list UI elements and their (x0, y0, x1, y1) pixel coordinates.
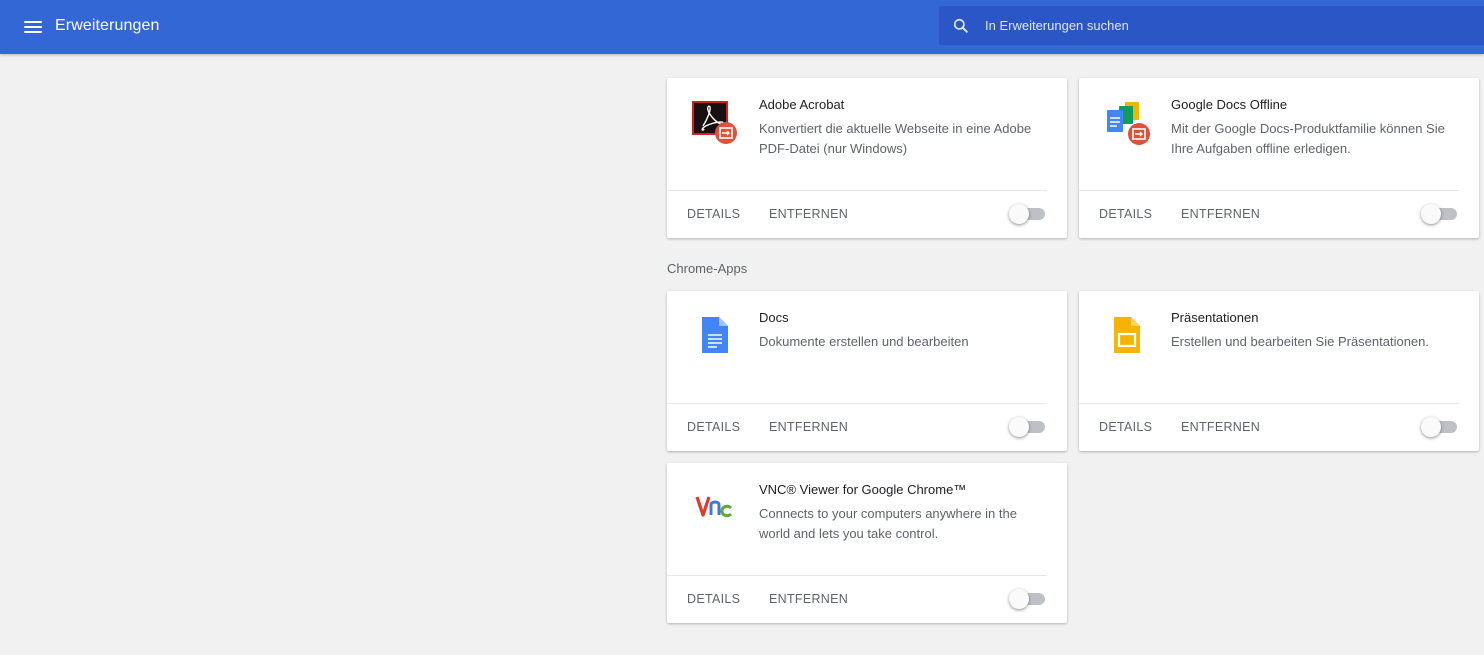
section-label-chrome-apps: Chrome-Apps (667, 261, 748, 276)
enable-toggle[interactable] (1421, 417, 1457, 437)
remove-button[interactable]: ENTFERNEN (1181, 415, 1260, 439)
toggle-knob (1421, 417, 1441, 437)
app-name: VNC® Viewer for Google Chrome™ (759, 482, 967, 497)
toggle-knob (1009, 417, 1029, 437)
extension-description: Mit der Google Docs-Produktfamilie könne… (1171, 121, 1445, 156)
details-button[interactable]: DETAILS (1099, 415, 1152, 439)
enable-toggle[interactable] (1421, 204, 1457, 224)
extension-card-adobe-acrobat: Adobe Acrobat Konvertiert die aktuelle W… (667, 78, 1067, 238)
menu-icon[interactable] (20, 14, 46, 40)
extension-name: Adobe Acrobat (759, 97, 845, 112)
extension-card-google-docs-offline: Google Docs Offline Mit der Google Docs-… (1079, 78, 1479, 238)
divider (1079, 190, 1459, 191)
app-description: Dokumente erstellen und bearbeiten (759, 334, 969, 349)
extension-description: Konvertiert die aktuelle Webseite in ein… (759, 121, 1032, 156)
page-title: Erweiterungen (55, 17, 160, 34)
app-name: Docs (759, 310, 789, 325)
divider (1079, 403, 1459, 404)
app-description: Erstellen und bearbeiten Sie Präsentatio… (1171, 334, 1430, 349)
app-card-vnc-viewer: VNC® Viewer for Google Chrome™ Connects … (667, 463, 1067, 623)
extension-name: Google Docs Offline (1171, 97, 1288, 112)
search-input[interactable] (985, 6, 1465, 45)
enable-toggle[interactable] (1009, 589, 1045, 609)
details-button[interactable]: DETAILS (687, 415, 740, 439)
remove-button[interactable]: ENTFERNEN (769, 202, 848, 226)
app-name: Präsentationen (1171, 310, 1259, 325)
docs-icon (702, 317, 728, 353)
app-card-slides: Präsentationen Erstellen und bearbeiten … (1079, 291, 1479, 451)
app-card-docs: Docs Dokumente erstellen und bearbeiten … (667, 291, 1067, 451)
details-button[interactable]: DETAILS (1099, 202, 1152, 226)
remove-button[interactable]: ENTFERNEN (769, 415, 848, 439)
slides-icon (1114, 317, 1140, 353)
enable-toggle[interactable] (1009, 204, 1045, 224)
toggle-knob (1421, 204, 1441, 224)
search-box[interactable] (939, 6, 1484, 45)
details-button[interactable]: DETAILS (687, 587, 740, 611)
remove-button[interactable]: ENTFERNEN (769, 587, 848, 611)
divider (667, 190, 1047, 191)
divider (667, 575, 1047, 576)
google-docs-offline-icon (1107, 102, 1150, 145)
enable-toggle[interactable] (1009, 417, 1045, 437)
toolbar: Erweiterungen (0, 0, 1484, 54)
vnc-viewer-icon (695, 496, 733, 518)
divider (667, 403, 1047, 404)
details-button[interactable]: DETAILS (687, 202, 740, 226)
app-description: Connects to your computers anywhere in t… (759, 506, 1017, 541)
adobe-acrobat-icon (692, 101, 737, 144)
search-icon[interactable] (951, 16, 971, 36)
remove-button[interactable]: ENTFERNEN (1181, 202, 1260, 226)
toggle-knob (1009, 204, 1029, 224)
toggle-knob (1009, 589, 1029, 609)
